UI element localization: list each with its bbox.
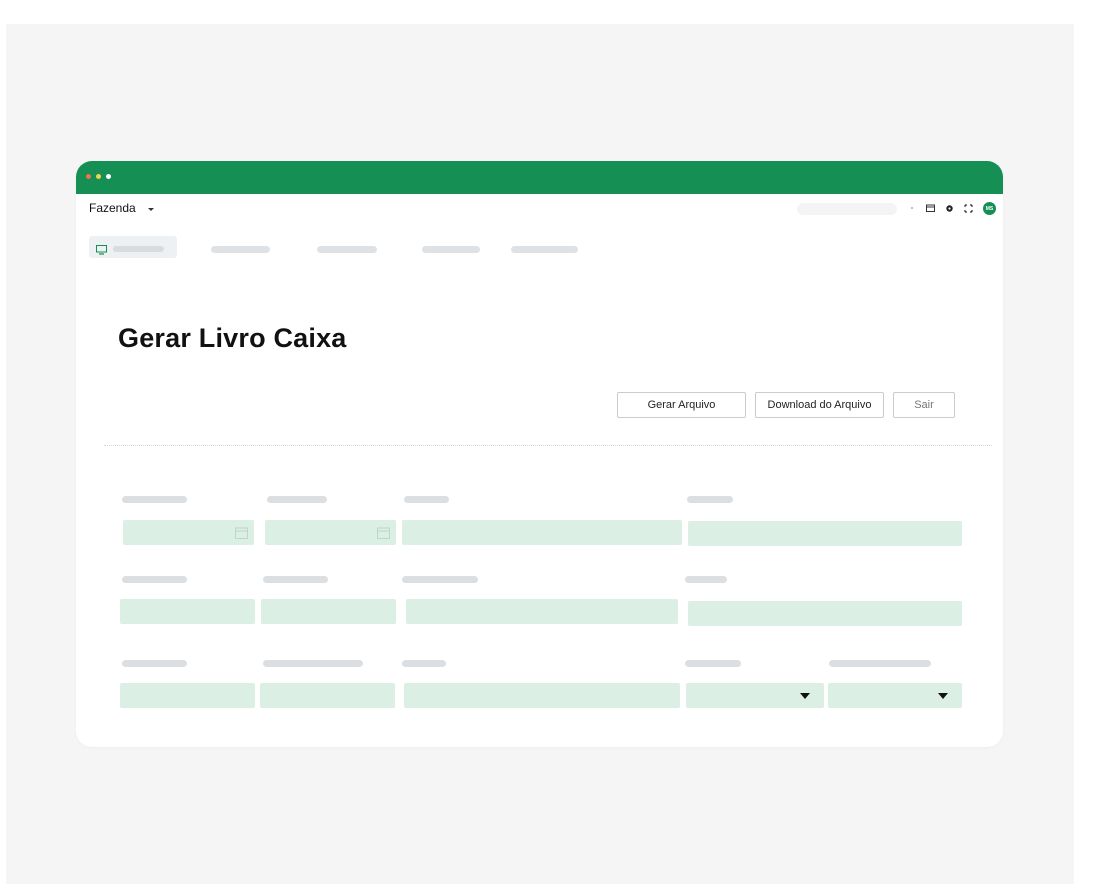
field-label: [122, 496, 187, 503]
tab-4[interactable]: [422, 246, 480, 253]
app-selector[interactable]: Fazenda: [89, 201, 154, 215]
text-field[interactable]: [402, 520, 682, 545]
date-field[interactable]: [123, 520, 254, 545]
field-label: [122, 660, 187, 667]
gear-icon[interactable]: [944, 203, 954, 213]
text-field[interactable]: [261, 599, 396, 624]
chevron-down-icon: [147, 207, 154, 211]
nav-tabs: [76, 236, 1003, 260]
tab-3[interactable]: [317, 246, 377, 253]
calendar-icon[interactable]: [925, 203, 935, 213]
field-label: [685, 660, 741, 667]
text-field[interactable]: [260, 683, 395, 708]
text-field[interactable]: [120, 599, 255, 624]
close-dot[interactable]: [86, 174, 91, 179]
expand-icon[interactable]: [963, 203, 973, 213]
calendar-icon: [235, 526, 248, 544]
window-titlebar: [76, 161, 1003, 194]
app-name: Fazenda: [89, 201, 136, 215]
generate-file-button[interactable]: Gerar Arquivo: [617, 392, 746, 418]
help-icon[interactable]: [907, 203, 917, 213]
text-field[interactable]: [120, 683, 255, 708]
download-file-button[interactable]: Download do Arquivo: [755, 392, 884, 418]
top-toolbar: Fazenda MS: [76, 194, 1003, 224]
text-field[interactable]: [404, 683, 680, 708]
tab-2[interactable]: [211, 246, 270, 253]
caret-down-icon: [938, 693, 948, 699]
field-label: [829, 660, 931, 667]
tab-active[interactable]: [89, 236, 177, 258]
field-label: [263, 660, 363, 667]
tab-5[interactable]: [511, 246, 578, 253]
field-label: [263, 576, 328, 583]
caret-down-icon: [800, 693, 810, 699]
text-field[interactable]: [406, 599, 678, 624]
field-label: [404, 496, 449, 503]
exit-button[interactable]: Sair: [893, 392, 955, 418]
tab-label-placeholder: [113, 246, 164, 252]
minimize-dot[interactable]: [96, 174, 101, 179]
field-label: [402, 576, 478, 583]
app-window: Fazenda MS Gerar Livro Caixa Gerar Arqui…: [76, 161, 1003, 747]
text-field[interactable]: [688, 601, 962, 626]
text-field[interactable]: [688, 521, 962, 546]
field-label: [122, 576, 187, 583]
date-field[interactable]: [265, 520, 396, 545]
field-label: [685, 576, 727, 583]
field-label: [267, 496, 327, 503]
select-field[interactable]: [828, 683, 962, 708]
field-label: [687, 496, 733, 503]
avatar[interactable]: MS: [983, 202, 996, 215]
search-input[interactable]: [797, 203, 897, 215]
monitor-icon: [96, 242, 107, 260]
section-divider: [104, 445, 992, 446]
calendar-icon: [377, 526, 390, 544]
maximize-dot[interactable]: [106, 174, 111, 179]
select-field[interactable]: [686, 683, 824, 708]
field-label: [402, 660, 446, 667]
page-title: Gerar Livro Caixa: [118, 323, 347, 353]
